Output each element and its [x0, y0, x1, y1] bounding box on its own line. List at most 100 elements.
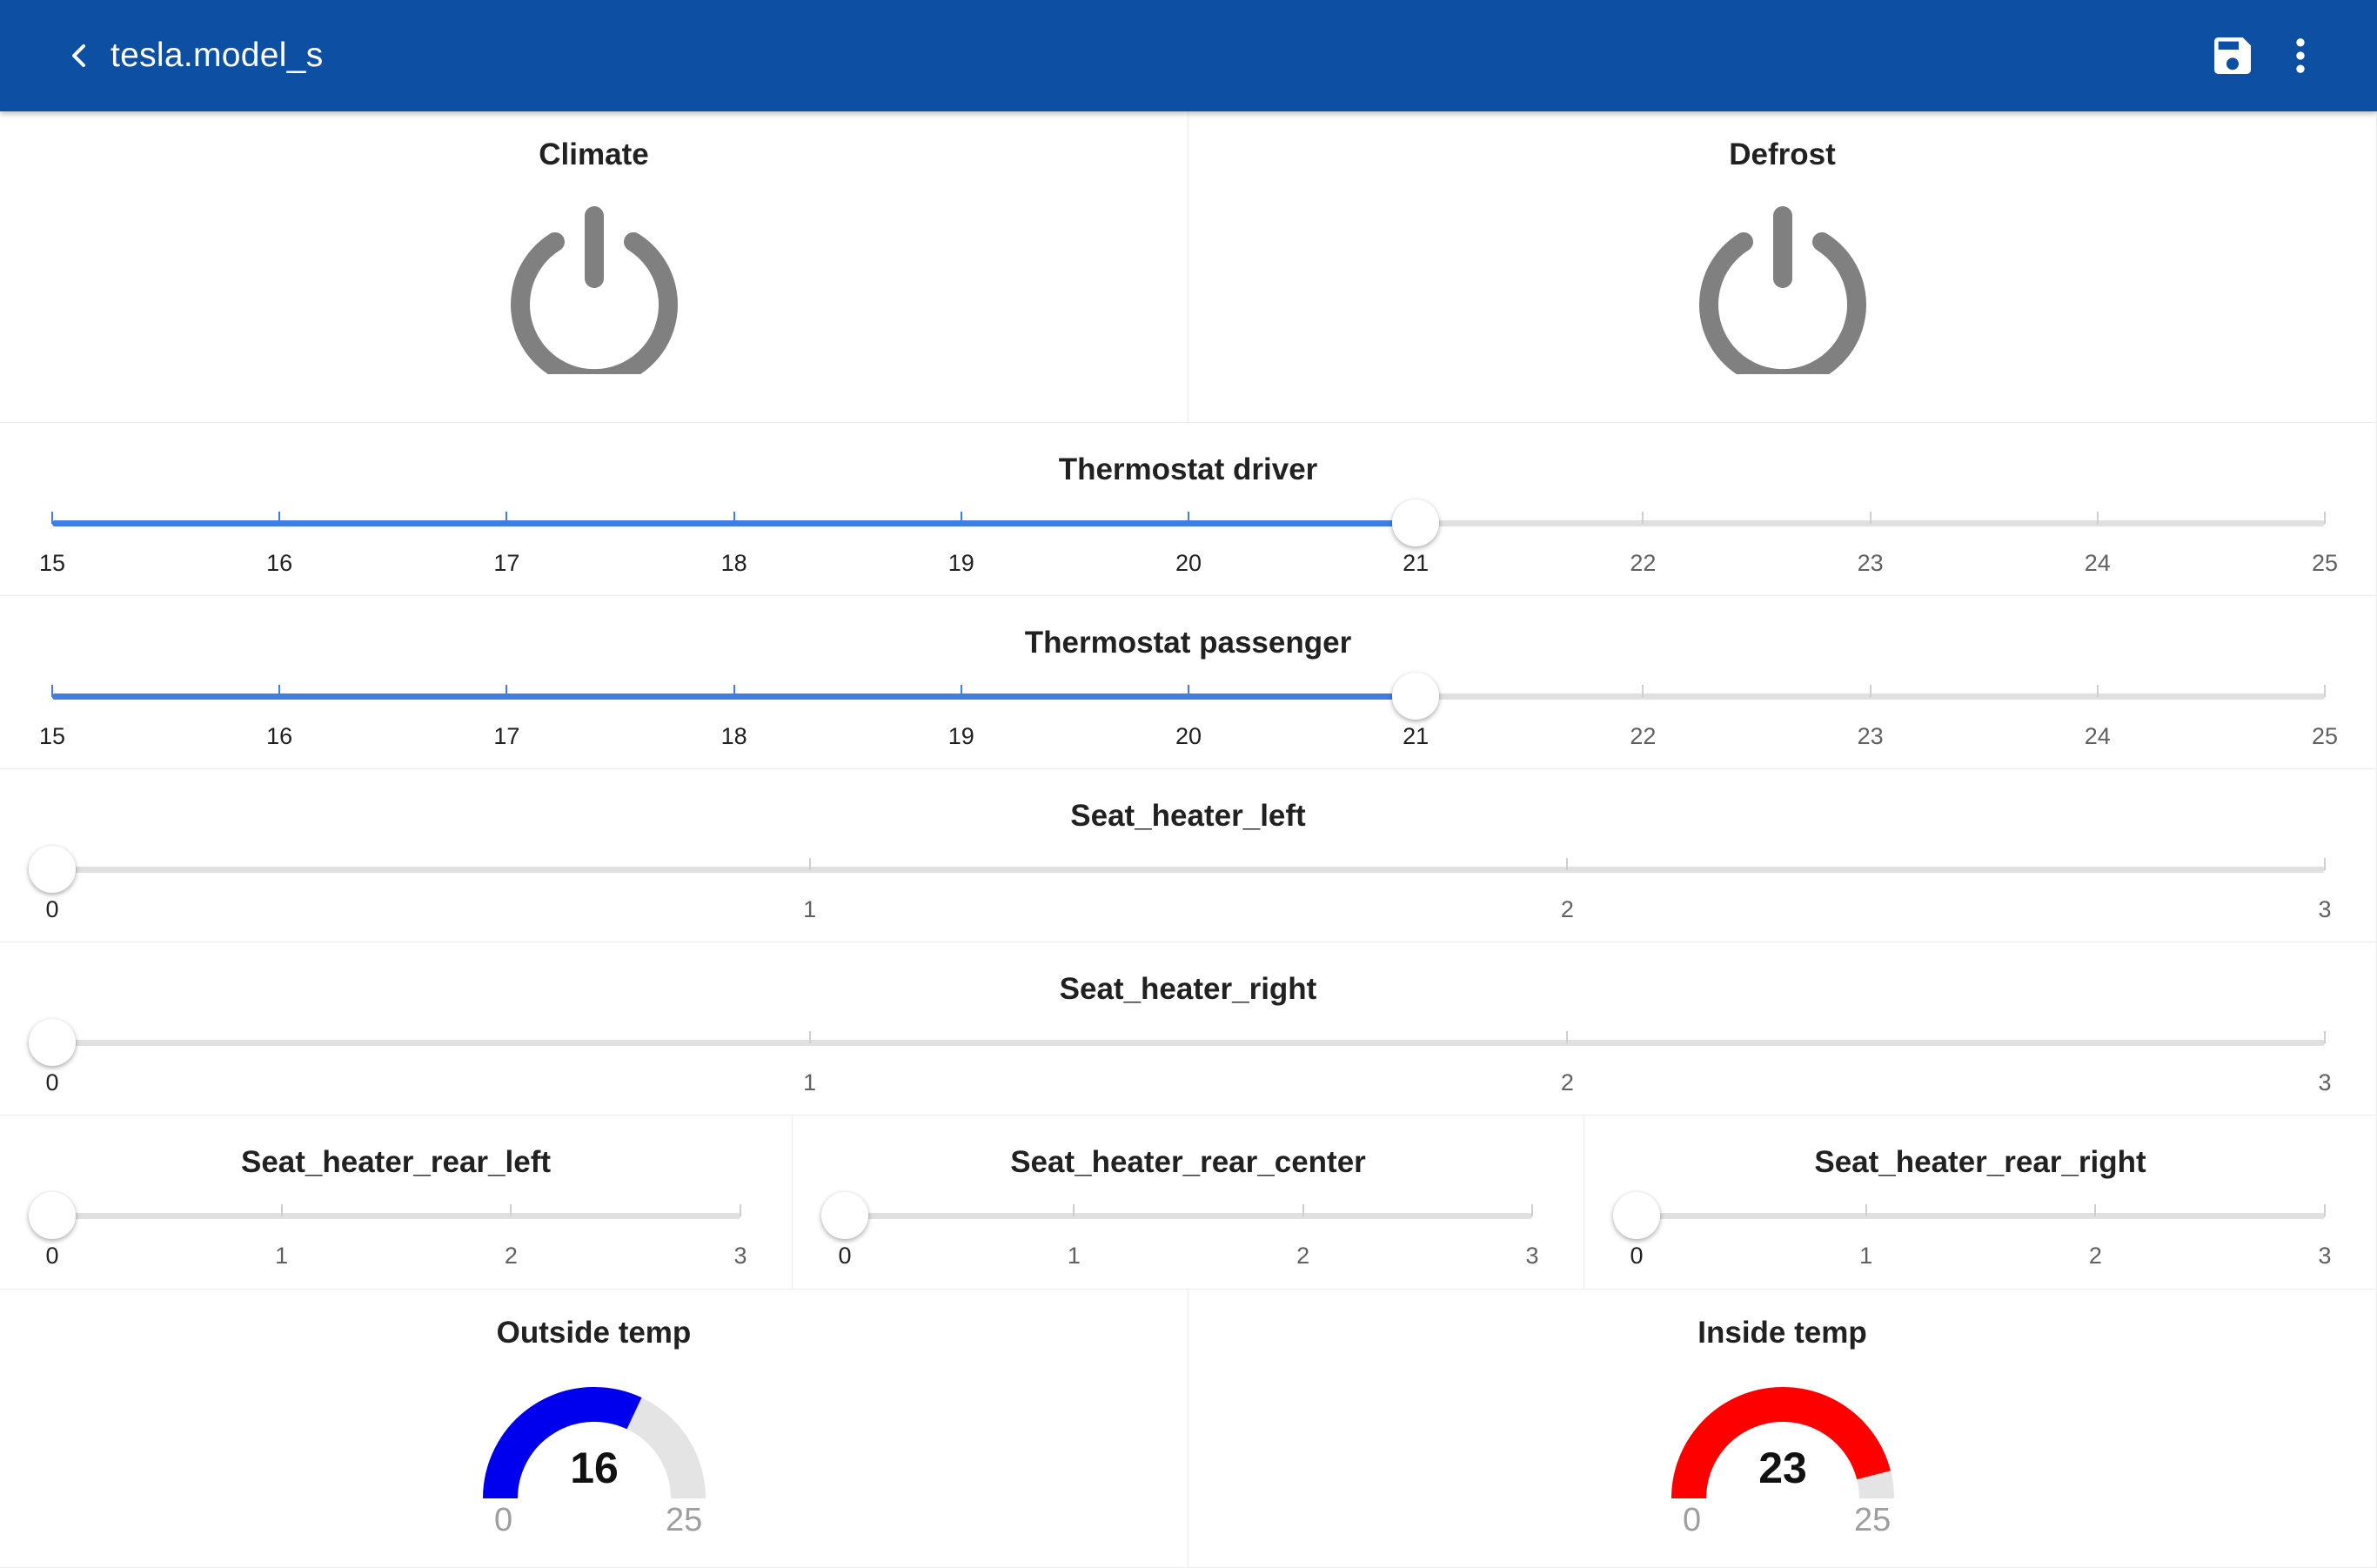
slider-tick — [2324, 512, 2326, 524]
seat-heater-right-slider[interactable]: 0 1 2 3 — [29, 1019, 2332, 1096]
defrost-power-button[interactable] — [1696, 200, 1870, 389]
slider-tick-label: 3 — [1525, 1243, 1539, 1269]
slider-thumb[interactable] — [29, 1019, 76, 1066]
thermostat-passenger-slider[interactable]: 15 16 17 18 19 20 21 22 23 24 25 — [39, 673, 2338, 749]
seat-heater-rear-center-slider[interactable]: 0 1 2 3 — [821, 1192, 1539, 1269]
more-options-button[interactable] — [2276, 31, 2325, 80]
slider-tick — [2324, 1204, 2326, 1216]
seat-heater-left-slider[interactable]: 0 1 2 3 — [29, 846, 2332, 922]
seat-heater-rear-right-slider[interactable]: 0 1 2 3 — [1613, 1192, 2332, 1269]
slider-thumb[interactable] — [29, 846, 76, 893]
seat-heater-rear-left-card: Seat_heater_rear_left 0 1 2 3 — [0, 1116, 793, 1290]
slider-tick-label: 1 — [1859, 1243, 1873, 1269]
climate-card: Climate — [0, 111, 1188, 423]
slider-tick — [1073, 1204, 1075, 1216]
slider-tick — [2324, 1031, 2326, 1043]
seat-heater-rear-right-card: Seat_heater_rear_right 0 1 2 3 — [1584, 1116, 2377, 1290]
slider-tick — [1566, 1031, 1569, 1043]
thermostat-driver-slider[interactable]: 15 16 17 18 19 20 21 22 23 24 25 — [39, 499, 2338, 576]
slider-tick-label: 2 — [1296, 1243, 1310, 1269]
slider-tick-label: 17 — [493, 550, 520, 576]
slider-tick-label: 3 — [2318, 1243, 2332, 1269]
outside-temp-gauge: 16 0 25 — [483, 1384, 706, 1558]
slider-tick — [1869, 512, 1871, 524]
slider-tick-label: 22 — [1630, 550, 1657, 576]
seat-heater-rear-left-title: Seat_heater_rear_left — [240, 1145, 552, 1179]
slider-tick — [1531, 1204, 1533, 1216]
slider-tick-label: 24 — [2084, 550, 2111, 576]
slider-tick — [2324, 858, 2326, 870]
slider-tick-label: 19 — [947, 550, 974, 576]
slider-thumb[interactable] — [1392, 673, 1440, 720]
slider-tick-label: 2 — [1560, 1069, 1574, 1096]
slider-tick — [1642, 512, 1644, 524]
gauge-value: 16 — [570, 1444, 619, 1492]
slider-tick-label: 24 — [2084, 723, 2111, 749]
inside-temp-card: Inside temp 23 0 25 — [1188, 1290, 2377, 1568]
seat-heater-rear-left-slider[interactable]: 0 1 2 3 — [29, 1192, 747, 1269]
save-button[interactable] — [2208, 31, 2257, 80]
seat-heater-right-card: Seat_heater_right 0 1 2 3 — [0, 942, 2377, 1116]
seat-heater-rear-center-title: Seat_heater_rear_center — [1010, 1145, 1366, 1179]
slider-tick-label: 23 — [1857, 550, 1884, 576]
slider-tick-label: 0 — [838, 1243, 852, 1269]
slider-tick-label: 3 — [2318, 1069, 2332, 1096]
slider-tick — [1869, 685, 1871, 697]
inside-temp-title: Inside temp — [1697, 1316, 1867, 1350]
slider-tick — [2096, 685, 2099, 697]
slider-tick — [1302, 1204, 1304, 1216]
power-icon — [1699, 206, 1866, 389]
slider-thumb[interactable] — [1613, 1192, 1660, 1239]
slider-tick — [2094, 1204, 2097, 1216]
slider-tick-label: 1 — [275, 1243, 289, 1269]
thermostat-driver-title: Thermostat driver — [1058, 452, 1318, 486]
climate-power-button[interactable] — [507, 200, 681, 389]
slider-thumb[interactable] — [821, 1192, 868, 1239]
slider-thumb[interactable] — [1392, 499, 1440, 546]
slider-tick — [510, 1204, 512, 1216]
slider-tick-label: 17 — [493, 723, 520, 749]
gauge-value: 23 — [1758, 1444, 1807, 1492]
slider-tick — [51, 685, 53, 697]
slider-tick-label: 18 — [720, 723, 747, 749]
seat-heater-left-title: Seat_heater_left — [1070, 799, 1306, 833]
slider-tick-label: 20 — [1175, 550, 1202, 576]
slider-tick — [808, 1031, 811, 1043]
slider-tick — [1188, 685, 1189, 697]
seat-heater-rear-center-card: Seat_heater_rear_center 0 1 2 3 — [793, 1116, 1584, 1290]
slider-tick-label: 22 — [1630, 723, 1657, 749]
slider-thumb[interactable] — [29, 1192, 76, 1239]
slider-tick — [740, 1204, 741, 1216]
inside-temp-gauge: 23 0 25 — [1671, 1384, 1894, 1558]
slider-tick — [278, 685, 281, 697]
slider-tick — [51, 512, 53, 524]
slider-tick-label: 0 — [1630, 1243, 1644, 1269]
slider-tick-label: 19 — [947, 723, 974, 749]
chevron-left-icon — [72, 44, 85, 67]
gauge-min-label: 0 — [1683, 1502, 1702, 1538]
app-header: tesla.model_s — [0, 0, 2377, 111]
slider-tick — [808, 858, 811, 870]
slider-tick-label: 21 — [1403, 550, 1430, 576]
thermostat-driver-card: Thermostat driver 15 16 17 18 19 20 21 22 23 24 25 — [0, 423, 2377, 596]
gauge-min-label: 0 — [494, 1502, 513, 1538]
slider-tick — [1188, 512, 1189, 524]
slider-tick — [2096, 512, 2099, 524]
slider-tick — [1566, 858, 1569, 870]
slider-tick — [506, 685, 508, 697]
slider-tick-label: 2 — [1560, 896, 1574, 922]
slider-tick — [1642, 685, 1644, 697]
gauge-max-label: 25 — [666, 1502, 703, 1538]
slider-tick — [960, 512, 962, 524]
slider-tick-label: 25 — [2311, 550, 2339, 576]
slider-tick — [506, 512, 508, 524]
back-button[interactable] — [54, 30, 106, 82]
floppy-disk-icon — [2214, 37, 2251, 74]
climate-title: Climate — [539, 137, 649, 171]
slider-tick-label: 20 — [1175, 723, 1202, 749]
page-title: tesla.model_s — [110, 37, 324, 74]
more-vertical-icon — [2296, 38, 2305, 73]
slider-tick-label: 1 — [1067, 1243, 1081, 1269]
slider-tick-label: 2 — [2088, 1243, 2102, 1269]
outside-temp-title: Outside temp — [496, 1316, 692, 1350]
